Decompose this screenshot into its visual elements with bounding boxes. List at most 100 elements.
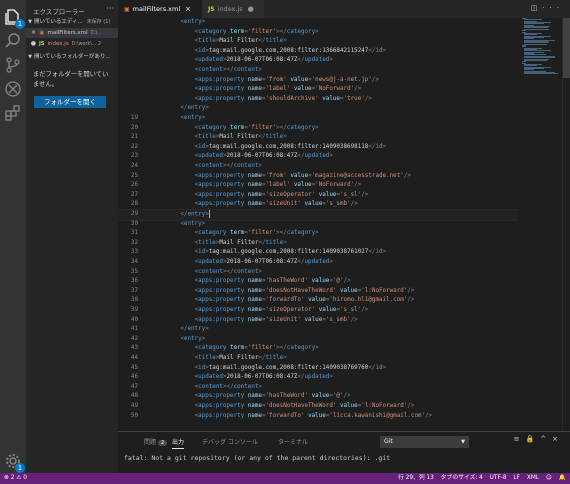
tab-output[interactable]: 出力 [172, 437, 185, 449]
minimap[interactable] [518, 18, 562, 78]
code-line[interactable]: 23 <updated>2018-06-07T06:08:47Z</update… [118, 152, 518, 162]
line-number: 47 [130, 383, 138, 390]
close-icon[interactable]: × [26, 28, 36, 38]
close-panel-icon[interactable]: × [552, 435, 564, 443]
tab-mailfilters[interactable]: ▣ mailFilters.xml × [118, 0, 202, 18]
lock-icon[interactable]: 🔒 [526, 435, 541, 443]
code-text: <id>tag:mail.google.com,2008:filter:1409… [194, 249, 387, 256]
code-line[interactable]: 32 <title>Mail Filter</title> [118, 239, 518, 249]
code-line[interactable]: 37 <apps:property name='doesNotHaveTheWo… [118, 287, 518, 297]
code-line[interactable]: </entry> [118, 104, 518, 114]
code-line[interactable]: 26 <apps:property name='label' value='No… [118, 181, 518, 191]
code-line[interactable]: 49 <apps:property name='doesNotHaveTheWo… [118, 402, 518, 412]
output-channel-select[interactable]: Git ▼ [380, 436, 469, 448]
code-line[interactable]: 21 <title>Mail Filter</title> [118, 133, 518, 143]
code-line[interactable]: <apps:property name='label' value='NoFor… [118, 85, 518, 95]
bell-icon[interactable]: 🔔 [559, 475, 566, 481]
code-line[interactable]: 43 <category term='filter'></category> [118, 344, 518, 354]
clear-output-icon[interactable]: ≡ [514, 435, 526, 443]
maximize-panel-icon[interactable]: ^ [540, 435, 552, 443]
code-line[interactable]: 34 <updated>2018-06-07T06:08:47Z</update… [118, 258, 518, 268]
editor-scrollbar[interactable] [562, 18, 570, 431]
code-line[interactable]: 35 <content></content> [118, 268, 518, 278]
no-folder-section[interactable]: ▼ 開いているフォルダーがあり... [26, 52, 118, 62]
code-line[interactable]: 38 <apps:property name='forwardTo' value… [118, 296, 518, 306]
smiley-icon[interactable]: ☺ [546, 475, 552, 481]
tab-terminal[interactable]: ターミナル [278, 437, 308, 446]
settings-badge: 1 [15, 463, 25, 473]
selected-channel: Git [384, 438, 393, 445]
tab-size[interactable]: タブのサイズ: 4 [441, 475, 483, 481]
eol[interactable]: LF [513, 475, 520, 481]
more-actions-icon[interactable]: ··· [106, 4, 114, 13]
code-line[interactable]: 25 <apps:property name='from' value='mag… [118, 172, 518, 182]
tab-debug-console[interactable]: デバッグ コンソール [202, 437, 258, 446]
code-line[interactable]: 27 <apps:property name='sizeOperator' va… [118, 191, 518, 201]
no-folder-section-label: 開いているフォルダーがあり... [34, 54, 111, 60]
encoding[interactable]: UTF-8 [490, 475, 507, 481]
code-line[interactable]: 48 <apps:property name='hasTheWord' valu… [118, 392, 518, 402]
code-line[interactable]: 45 <id>tag:mail.google.com,2008:filter:1… [118, 364, 518, 374]
code-line[interactable]: 46 <updated>2018-06-07T06:08:47Z</update… [118, 373, 518, 383]
line-number: 28 [130, 201, 138, 208]
code-line[interactable]: <apps:property name='from' value='news@j… [118, 76, 518, 86]
code-line[interactable]: <updated>2018-06-07T06:08:47Z</updated> [118, 56, 518, 66]
code-line[interactable]: <entry> [118, 18, 518, 28]
line-number: 40 [130, 316, 138, 323]
minimap-line [524, 43, 547, 45]
problems-badge: 2 [158, 440, 168, 446]
editor-actions[interactable]: ◫··· [531, 4, 564, 12]
line-number: 29 [130, 211, 138, 217]
open-editor-item[interactable]: ● JS index.js D:\work\... 2 [26, 39, 118, 49]
code-line[interactable]: 33 <id>tag:mail.google.com,2008:filter:1… [118, 248, 518, 258]
code-line[interactable]: 19 <entry> [118, 114, 518, 124]
code-line[interactable]: <category term='filter'></category> [118, 28, 518, 38]
settings-gear-icon[interactable]: 1 [4, 452, 25, 473]
code-text: <title>Mail Filter</title> [194, 355, 287, 361]
editor-scrollbar-thumb[interactable] [563, 18, 570, 78]
more-actions-icon[interactable]: ··· [542, 4, 564, 12]
explorer-icon[interactable]: 1 [4, 8, 25, 29]
open-editors-section[interactable]: ▼ 開いているエディ... 未保存 (1) [26, 17, 118, 27]
code-line[interactable]: 36 <apps:property name='hasTheWord' valu… [118, 277, 518, 287]
tab-problems[interactable]: 問題 2 [144, 437, 168, 446]
open-editor-item[interactable]: × ▣ mailFilters.xml C:\... [26, 28, 118, 38]
open-editors-label: 開いているエディ... [34, 19, 83, 25]
code-line[interactable]: <content></content> [118, 66, 518, 76]
code-line[interactable]: <id>tag:mail.google.com,2008:filter:1366… [118, 47, 518, 57]
code-line[interactable]: <apps:property name='shouldArchive' valu… [118, 95, 518, 105]
debug-icon[interactable] [4, 80, 22, 98]
code-line[interactable]: 31 <category term='filter'></category> [118, 229, 518, 239]
code-line[interactable]: 40 <apps:property name='sizeUnit' value=… [118, 316, 518, 326]
source-control-icon[interactable] [4, 56, 22, 74]
code-line[interactable]: 28 <apps:property name='sizeUnit' value=… [118, 200, 518, 210]
search-icon[interactable] [4, 32, 22, 50]
code-line[interactable]: 47 <content></content> [118, 383, 518, 393]
unsaved-count: 未保存 (1) [86, 19, 111, 25]
code-editor[interactable]: <entry> <category term='filter'></catego… [118, 18, 518, 431]
code-line[interactable]: 42 <entry> [118, 335, 518, 345]
code-line[interactable]: 39 <apps:property name='sizeOperator' va… [118, 306, 518, 316]
code-line[interactable]: 20 <category term='filter'></category> [118, 124, 518, 134]
code-line[interactable]: 50 <apps:property name='forwardTo' value… [118, 412, 518, 422]
tab-index-js[interactable]: JS index.js ● [202, 0, 264, 18]
split-editor-icon[interactable]: ◫ [531, 4, 543, 12]
line-number: 43 [130, 345, 138, 352]
dirty-dot-icon[interactable]: ● [248, 5, 254, 13]
open-folder-button[interactable]: フォルダーを開く [34, 96, 106, 108]
status-right: 行 29、列 13 タブのサイズ: 4 UTF-8 LF XML ☺ 🔔 [393, 473, 566, 484]
dirty-dot-icon[interactable]: ● [26, 39, 36, 49]
code-line[interactable]: 44 <title>Mail Filter</title> [118, 354, 518, 364]
code-line[interactable]: <title>Mail Filter</title> [118, 37, 518, 47]
line-number: 26 [130, 182, 138, 189]
extensions-icon[interactable] [4, 104, 22, 122]
code-line[interactable]: 30 <entry> [118, 220, 518, 230]
code-line[interactable]: 29 </entry> [118, 209, 518, 221]
code-line[interactable]: 24 <content></content> [118, 162, 518, 172]
cursor-position[interactable]: 行 29、列 13 [398, 475, 434, 481]
code-line[interactable]: 41 </entry> [118, 325, 518, 335]
problems-status[interactable]: ⊗ 2 ⚠ 0 [4, 473, 27, 484]
language-mode[interactable]: XML [527, 475, 539, 481]
code-line[interactable]: 22 <id>tag:mail.google.com,2008:filter:1… [118, 143, 518, 153]
close-icon[interactable]: × [185, 5, 191, 13]
